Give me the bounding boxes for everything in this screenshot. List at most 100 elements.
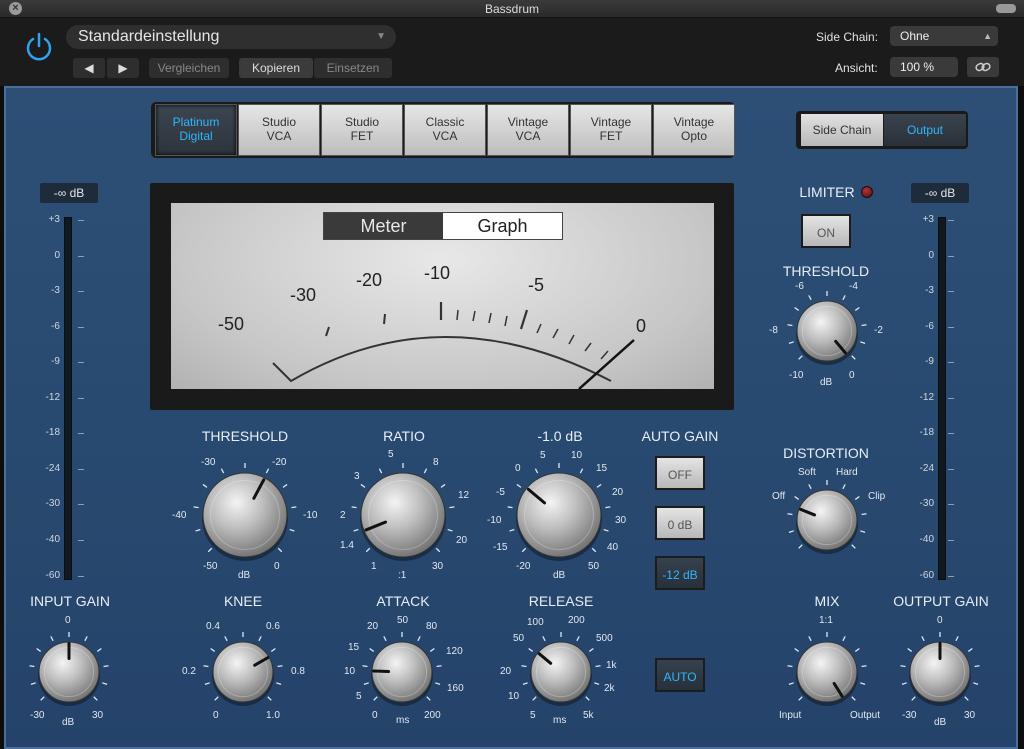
release-knob[interactable] [513,624,609,720]
knob-tick-label: 30 [432,561,444,572]
mix-label: MIX [814,593,840,609]
auto-gain-0db-button[interactable]: 0 dB [655,506,705,540]
knob-tick-label: 15 [596,463,608,474]
scale-tick [948,327,954,328]
scale-tick [948,540,954,541]
knob-tick-label: 5 [388,449,394,460]
knob-tick-label: -6 [795,281,804,292]
graph-view-button[interactable]: Graph [443,213,562,239]
knob-tick-label: -10 [487,515,502,526]
knob-tick-label: 12 [458,490,470,501]
collapse-icon[interactable] [996,4,1016,13]
knob-tick-label: -10 [303,510,318,521]
side-chain-value: Ohne [900,29,930,43]
scale-tick [948,256,954,257]
knob-tick-label: 0 [213,710,219,721]
updown-icon: ▲ [983,31,992,41]
knob-tick-label: 5k [583,710,594,721]
scale-tick [78,327,84,328]
attack-label: ATTACK [376,593,430,609]
meter-scale-label: -20 [356,270,383,290]
knob-tick-label: 0.4 [206,621,220,632]
limiter-led [861,186,873,198]
output-gain-knob[interactable] [892,624,988,720]
window-title: Bassdrum [484,2,540,16]
tab-vintage-vca[interactable]: Vintage VCA [487,104,569,156]
compare-button[interactable]: Vergleichen [149,58,229,78]
knee-knob[interactable] [195,624,291,720]
release-auto-button[interactable]: AUTO [655,658,705,692]
triangle-left-icon: ◀ [84,61,94,75]
preset-menu[interactable]: Standardeinstellung ▼ [66,25,396,49]
knob-tick-label: 8 [433,457,439,468]
auto-gain-minus12-button[interactable]: -12 dB [655,556,705,590]
meter-scale-label: -30 [290,285,317,305]
output-scale-label: -6 [925,321,934,332]
scale-tick [948,469,954,470]
input-level-meter [64,217,72,580]
knob-tick-label: 5 [356,691,362,702]
scale-tick [78,256,84,257]
knob-tick-label: 0.2 [182,666,196,677]
knob-tick-label: dB [62,717,75,728]
knob-tick-label: Clip [868,491,886,502]
mix-knob[interactable] [779,624,875,720]
scale-tick [948,433,954,434]
knob-tick-label: 1.4 [340,540,354,551]
input-scale-label: -18 [45,427,60,438]
preset-name: Standardeinstellung [78,28,220,45]
output-button[interactable]: Output [884,114,966,146]
tab-studio-fet[interactable]: Studio FET [321,104,403,156]
knob-tick-label: 15 [348,642,360,653]
tab-vintage-opto[interactable]: Vintage Opto [653,104,735,156]
output-gain-label: OUTPUT GAIN [893,593,989,609]
next-preset-button[interactable]: ▶ [107,58,139,78]
paste-button[interactable]: Einsetzen [314,58,392,78]
tab-platinum-digital[interactable]: Platinum Digital [155,104,237,156]
tab-vintage-fet[interactable]: Vintage FET [570,104,652,156]
threshold-knob[interactable] [185,455,305,575]
knob-tick-label: 1k [606,660,617,671]
input-scale-label: +3 [48,214,60,225]
knob-tick-label: 500 [596,633,613,644]
link-button[interactable] [967,57,999,77]
tab-studio-vca[interactable]: Studio VCA [238,104,320,156]
knob-tick-label: 20 [500,666,512,677]
input-gain-knob[interactable] [21,624,117,720]
knob-tick-label: 2k [604,683,615,694]
scale-tick [78,398,84,399]
limiter-on-button[interactable]: ON [801,214,851,248]
scale-tick [78,469,84,470]
knob-tick-label: 120 [446,646,463,657]
view-zoom-value: 100 % [900,60,935,74]
attack-knob[interactable] [354,624,450,720]
knee-label: KNEE [223,593,263,609]
knob-tick-label: 40 [607,542,619,553]
scale-tick [78,291,84,292]
knob-tick-label: 5 [540,450,546,461]
knob-tick-label: dB [820,377,833,388]
knob-tick-label: -20 [272,457,287,468]
tab-classic-vca[interactable]: Classic VCA [404,104,486,156]
output-scale-label: -9 [925,356,934,367]
distortion-knob[interactable] [779,472,875,568]
auto-gain-off-button[interactable]: OFF [655,456,705,490]
copy-button[interactable]: Kopieren [239,58,313,78]
limiter-threshold-knob[interactable] [779,283,875,379]
power-icon[interactable] [22,30,56,64]
side-chain-select[interactable]: Ohne ▲ [890,26,998,46]
previous-preset-button[interactable]: ◀ [73,58,105,78]
meter-view-button[interactable]: Meter [324,213,443,239]
side-chain-button[interactable]: Side Chain [801,114,883,146]
knob-tick-label: 160 [447,683,464,694]
view-zoom-select[interactable]: 100 % [890,57,958,77]
knob-tick-label: -30 [902,710,917,721]
side-chain-label: Side Chain: [816,30,879,44]
knob-tick-label: Off [772,491,786,502]
scale-tick [948,576,954,577]
knob-tick-label: :1 [398,570,407,581]
ratio-knob[interactable] [343,455,463,575]
ratio-label: RATIO [383,428,425,444]
knob-tick-label: 30 [964,710,976,721]
scale-tick [78,362,84,363]
